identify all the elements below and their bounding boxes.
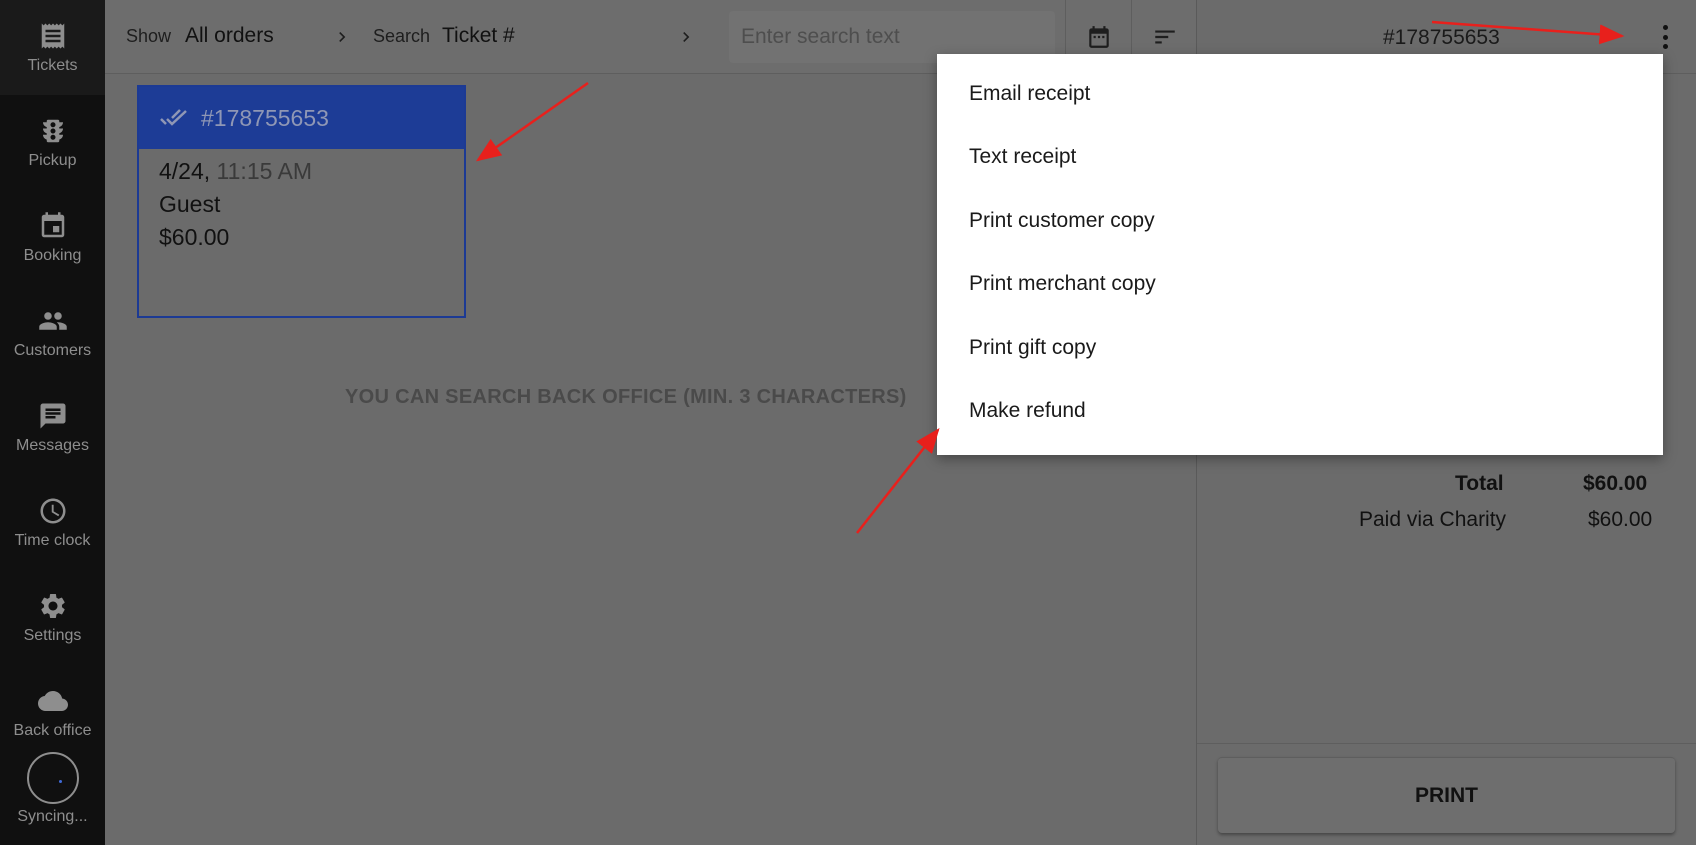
gear-icon — [40, 593, 65, 618]
ticket-card[interactable]: #178755653 4/24, 11:15 AM Guest $60.00 — [137, 85, 466, 318]
sync-spinner-icon — [26, 752, 79, 804]
chevron-right-icon[interactable] — [676, 26, 696, 48]
ticket-date: 4/24, — [159, 158, 211, 184]
sidebar-item-label: Pickup — [28, 151, 77, 169]
menu-item-text-receipt[interactable]: Text receipt — [937, 126, 1663, 190]
calendar-icon — [1088, 26, 1109, 48]
sidebar-item-settings[interactable]: Settings — [0, 570, 105, 665]
detail-title: #178755653 — [1383, 26, 1500, 49]
total-label: Total — [1455, 472, 1504, 495]
double-check-icon — [160, 109, 187, 126]
sidebar-item-label: Time clock — [14, 531, 91, 549]
paid-label: Paid via Charity — [1359, 508, 1507, 531]
ticket-customer: Guest — [159, 191, 221, 217]
search-field-value[interactable]: Ticket # — [442, 24, 515, 48]
ticket-card-header: #178755653 — [139, 87, 464, 149]
menu-item-make-refund[interactable]: Make refund — [937, 380, 1663, 444]
menu-item-print-merchant-copy[interactable]: Print merchant copy — [937, 253, 1663, 317]
sidebar-item-booking[interactable]: Booking — [0, 190, 105, 285]
sort-icon — [1154, 30, 1175, 44]
sidebar-item-pickup[interactable]: Pickup — [0, 95, 105, 190]
menu-item-email-receipt[interactable]: Email receipt — [937, 62, 1663, 126]
ticket-number: #178755653 — [201, 104, 329, 131]
search-label: Search — [373, 26, 431, 46]
print-button[interactable]: PRINT — [1218, 757, 1675, 833]
menu-item-print-gift-copy[interactable]: Print gift copy — [937, 316, 1663, 380]
sidebar: Tickets Pickup Booking Customers Message… — [0, 0, 105, 845]
sidebar-item-label: Customers — [13, 341, 92, 359]
sync-label: Syncing... — [17, 808, 88, 825]
message-icon — [40, 403, 65, 428]
sidebar-item-label: Messages — [16, 436, 89, 454]
menu-item-print-customer-copy[interactable]: Print customer copy — [937, 189, 1663, 253]
ticket-amount: $60.00 — [159, 224, 230, 250]
sidebar-item-label: Tickets — [27, 56, 78, 74]
clock-icon — [40, 498, 65, 523]
sidebar-item-tickets[interactable]: Tickets — [0, 0, 105, 95]
show-label: Show — [126, 26, 172, 46]
cloud-icon — [37, 690, 68, 711]
total-value: $60.00 — [1583, 472, 1648, 495]
people-icon — [38, 311, 67, 330]
sidebar-item-back-office[interactable]: Back office — [0, 665, 105, 760]
traffic-light-icon — [42, 119, 63, 142]
sync-status: Syncing... — [0, 752, 105, 837]
more-options-icon[interactable] — [1655, 22, 1675, 52]
sidebar-item-messages[interactable]: Messages — [0, 380, 105, 475]
sidebar-item-label: Settings — [23, 626, 82, 644]
calendar-event-icon — [41, 211, 64, 237]
sidebar-item-label: Booking — [23, 246, 82, 264]
sidebar-item-label: Back office — [13, 721, 92, 739]
receipt-icon — [41, 23, 64, 48]
show-filter-value[interactable]: All orders — [185, 24, 274, 48]
options-menu: Email receipt Text receipt Print custome… — [937, 54, 1663, 455]
search-hint: YOU CAN SEARCH BACK OFFICE (MIN. 3 CHARA… — [345, 386, 907, 408]
chevron-right-icon[interactable] — [332, 26, 352, 48]
sidebar-item-customers[interactable]: Customers — [0, 285, 105, 380]
divider — [1197, 743, 1696, 744]
ticket-time: 11:15 AM — [216, 158, 313, 184]
paid-value: $60.00 — [1588, 508, 1653, 531]
sidebar-item-time-clock[interactable]: Time clock — [0, 475, 105, 570]
